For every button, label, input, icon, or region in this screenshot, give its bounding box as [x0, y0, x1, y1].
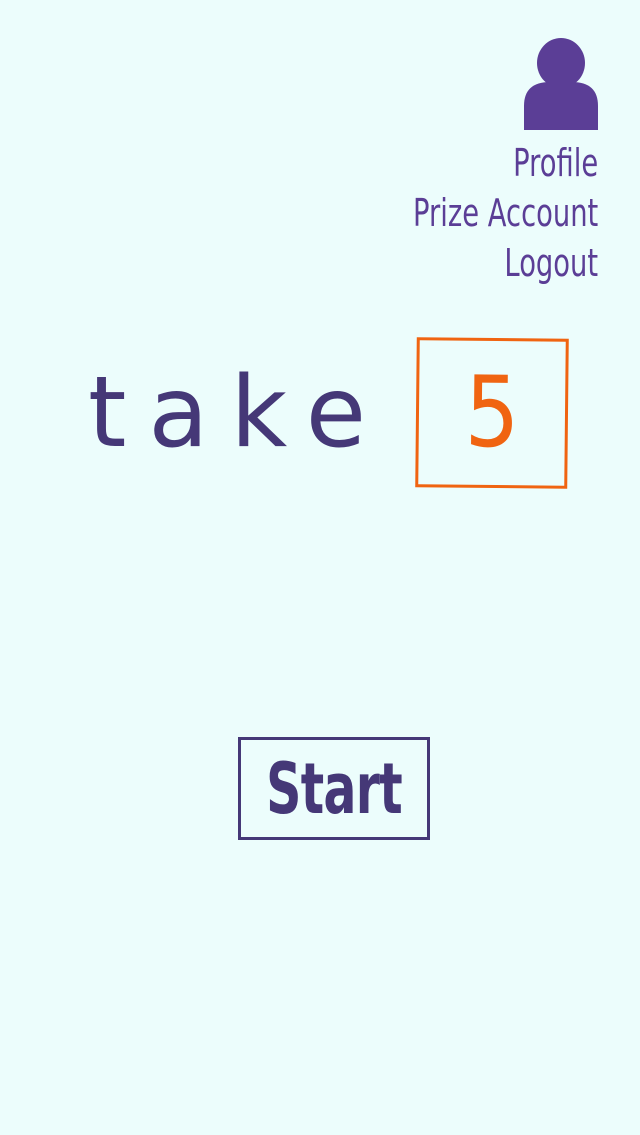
- account-menu: Profile Prize Account Logout: [341, 138, 598, 288]
- start-button-label: Start: [266, 747, 403, 830]
- logo-word: take: [88, 356, 389, 470]
- logo-number-box: 5: [415, 337, 569, 489]
- prize-account-link[interactable]: Prize Account: [413, 188, 598, 238]
- start-button[interactable]: Start: [238, 737, 430, 840]
- logout-link[interactable]: Logout: [504, 238, 598, 288]
- profile-icon[interactable]: [522, 38, 600, 130]
- logo-number: 5: [463, 355, 521, 471]
- user-icon: [524, 38, 598, 130]
- profile-link[interactable]: Profile: [513, 138, 598, 188]
